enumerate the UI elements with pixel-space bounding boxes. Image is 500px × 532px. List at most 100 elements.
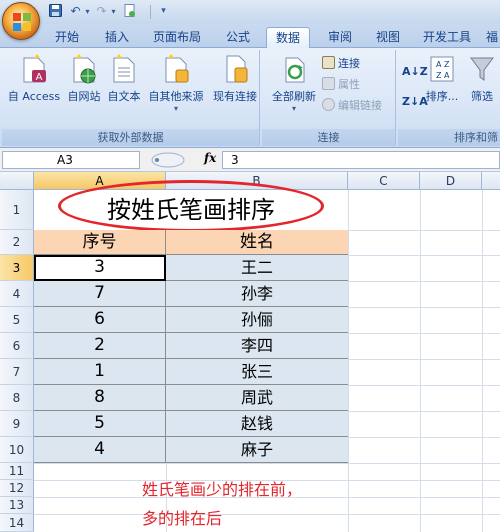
group-get-external-data: A 自 Access 自网站 自文本 自其他来源 ▾ 现有连接 获取外部数据	[2, 50, 260, 146]
edit-links-button[interactable]: 编辑链接	[322, 98, 382, 114]
svg-text:A: A	[36, 72, 43, 83]
tab-page-layout[interactable]: 页面布局	[146, 27, 208, 48]
other-sources-icon	[162, 54, 190, 84]
svg-text:A Z: A Z	[436, 60, 450, 69]
office-button[interactable]	[2, 2, 40, 40]
ribbon: A 自 Access 自网站 自文本 自其他来源 ▾ 现有连接 获取外部数据 全…	[0, 48, 500, 148]
row-header[interactable]: 11	[0, 463, 34, 480]
refresh-all-button[interactable]: 全部刷新 ▾	[266, 54, 322, 113]
access-icon: A	[20, 54, 48, 84]
cell-a6[interactable]: 2	[34, 333, 166, 359]
from-other-sources-button[interactable]: 自其他来源 ▾	[144, 54, 208, 113]
header-cell-name[interactable]: 姓名	[166, 230, 348, 255]
sort-dialog-icon: A Z Z A	[428, 54, 456, 84]
ribbon-tabs: 开始 插入 页面布局 公式 数据 审阅 视图 开发工具 福	[0, 24, 500, 49]
formula-bar: A3 fx 3	[0, 148, 500, 172]
row-header[interactable]: 10	[0, 437, 34, 463]
cell-a10[interactable]: 4	[34, 437, 166, 463]
row-header[interactable]: 9	[0, 411, 34, 437]
insert-function-icon[interactable]: fx	[204, 151, 216, 165]
cell-b8[interactable]: 周武	[166, 385, 348, 411]
existing-connections-button[interactable]: 现有连接	[210, 54, 260, 104]
tab-insert[interactable]: 插入	[96, 27, 138, 48]
redo-dropdown-icon[interactable]: ▾	[106, 4, 121, 19]
refresh-icon	[280, 54, 308, 84]
row-header[interactable]: 1	[0, 190, 34, 230]
customize-icon[interactable]: ▾	[156, 4, 171, 19]
annotation-oval	[58, 180, 324, 232]
connections-icon	[322, 56, 335, 69]
text-file-icon	[110, 54, 138, 84]
row-header[interactable]: 5	[0, 307, 34, 333]
row-header[interactable]: 6	[0, 333, 34, 359]
properties-icon	[322, 77, 335, 90]
new-icon[interactable]	[122, 4, 137, 19]
cell-a7[interactable]: 1	[34, 359, 166, 385]
sort-button[interactable]: A Z Z A 排序...	[422, 54, 462, 104]
row-header[interactable]: 8	[0, 385, 34, 411]
group-connections: 全部刷新 ▾ 连接 属性 编辑链接 连接	[262, 50, 396, 146]
existing-connections-label: 现有连接	[213, 90, 257, 103]
cell-b7[interactable]: 张三	[166, 359, 348, 385]
refresh-all-label: 全部刷新	[272, 90, 316, 103]
connections-button[interactable]: 连接	[322, 56, 360, 72]
chevron-down-icon: ▾	[173, 104, 178, 113]
row-header[interactable]: 7	[0, 359, 34, 385]
cell-b5[interactable]: 孙俪	[166, 307, 348, 333]
existing-connections-icon	[221, 54, 249, 84]
row-header[interactable]: 12	[0, 480, 34, 497]
cell-a5[interactable]: 6	[34, 307, 166, 333]
header-cell-number[interactable]: 序号	[34, 230, 166, 255]
tab-review[interactable]: 审阅	[318, 27, 362, 48]
from-other-sources-label: 自其他来源	[148, 90, 204, 103]
from-access-button[interactable]: A 自 Access	[4, 54, 64, 104]
group-sort-filter: A↓Z Z↓A A ZZ A 排序... 筛选 排序和筛	[398, 50, 500, 146]
link-icon	[322, 98, 335, 111]
row-header[interactable]: 3	[0, 255, 34, 281]
column-header-d[interactable]: D	[420, 172, 482, 190]
filter-icon	[468, 54, 496, 84]
tab-developer[interactable]: 开发工具	[414, 27, 480, 48]
from-web-button[interactable]: 自网站	[64, 54, 104, 104]
quick-access-toolbar: ↶ ▾ ↷ ▾ ▾	[0, 0, 500, 24]
row-header[interactable]: 13	[0, 497, 34, 514]
cell-a3[interactable]: 3	[34, 255, 166, 281]
filter-button[interactable]: 筛选	[464, 54, 500, 104]
select-all-corner[interactable]	[0, 172, 34, 190]
annotation-note-line1: 姓氏笔画少的排在前，	[142, 480, 303, 499]
group-label-connections: 连接	[262, 129, 395, 146]
formula-input[interactable]: 3	[222, 151, 500, 169]
from-access-label: 自 Access	[7, 90, 61, 103]
tab-data[interactable]: 数据	[266, 27, 310, 49]
group-label-get-external-data: 获取外部数据	[2, 129, 259, 146]
column-header-e[interactable]	[482, 172, 500, 190]
cell-b6[interactable]: 李四	[166, 333, 348, 359]
undo-dropdown-icon[interactable]: ▾	[80, 4, 95, 19]
tab-view[interactable]: 视图	[366, 27, 410, 48]
cell-a9[interactable]: 5	[34, 411, 166, 437]
group-label-sort-filter: 排序和筛	[398, 129, 500, 146]
cell-a4[interactable]: 7	[34, 281, 166, 307]
name-box[interactable]: A3	[2, 151, 140, 169]
row-header[interactable]: 2	[0, 230, 34, 255]
filter-label: 筛选	[471, 90, 493, 103]
tab-more[interactable]: 福	[484, 27, 500, 48]
web-icon	[70, 54, 98, 84]
formula-resize-handle-icon[interactable]	[148, 151, 188, 169]
sort-label: 排序...	[425, 90, 459, 103]
cell-b10[interactable]: 麻子	[166, 437, 348, 463]
cell-b4[interactable]: 孙李	[166, 281, 348, 307]
row-header[interactable]: 4	[0, 281, 34, 307]
column-header-c[interactable]: C	[348, 172, 420, 190]
save-icon[interactable]	[48, 4, 63, 19]
cell-a8[interactable]: 8	[34, 385, 166, 411]
tab-home[interactable]: 开始	[46, 27, 88, 48]
from-web-label: 自网站	[67, 90, 101, 103]
from-text-button[interactable]: 自文本	[104, 54, 144, 104]
properties-button[interactable]: 属性	[322, 77, 360, 93]
cell-b9[interactable]: 赵钱	[166, 411, 348, 437]
tab-formulas[interactable]: 公式	[216, 27, 260, 48]
from-text-label: 自文本	[107, 90, 141, 103]
row-header[interactable]: 14	[0, 514, 34, 532]
cell-b3[interactable]: 王二	[166, 255, 348, 281]
